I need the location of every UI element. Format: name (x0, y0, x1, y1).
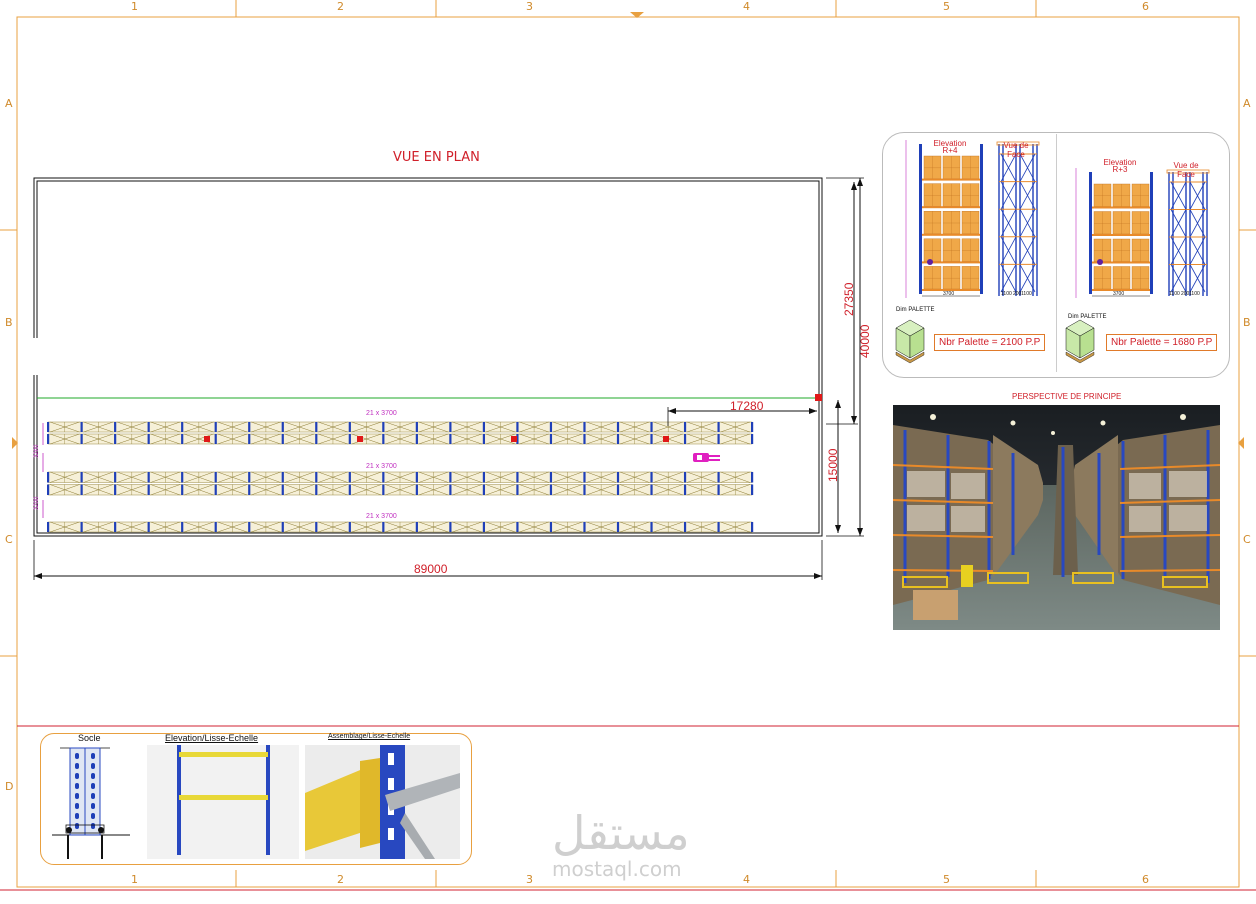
column-label: 6 (1142, 873, 1149, 886)
warehouse-photo (893, 405, 1220, 630)
watermark-arabic: مستقل (552, 806, 690, 860)
column-label: 5 (943, 0, 950, 13)
palette-label: Dim PALETTE (896, 307, 935, 313)
elevation-subtitle: R+3 (1112, 165, 1128, 174)
rack-row (47, 421, 754, 445)
depth-label: 1100 (1169, 291, 1180, 297)
spacing-label: 3200 (34, 444, 40, 458)
rack-width-label: 3700 (943, 291, 955, 297)
rack-row (47, 521, 754, 533)
watermark-latin: mostaql.com (552, 857, 682, 881)
beam-elevation-drawing (147, 745, 299, 859)
row-label: C (1243, 533, 1251, 546)
pallet-icon (1065, 319, 1095, 364)
depth-label: 1100 (1189, 291, 1200, 297)
depth-label: 1100 (1021, 291, 1032, 297)
rack-row-label: 21 x 3700 (366, 463, 397, 470)
row-label: D (5, 780, 14, 793)
rack-row-label: 21 x 3700 (366, 513, 397, 520)
marker-square (204, 436, 210, 442)
palette-count-right: Nbr Palette = 1680 P.P (1106, 334, 1218, 351)
rack-elevation (905, 140, 983, 298)
spacing-label: 3200 (34, 496, 40, 510)
rack-row (47, 471, 754, 496)
marker-square (663, 436, 669, 442)
row-label: B (1243, 316, 1251, 329)
details-drawings (52, 745, 460, 859)
depth-label: 1100 (1001, 291, 1012, 297)
plan-view (33, 177, 864, 580)
forklift-icon (693, 453, 720, 462)
dim-height-upper: 27350 (842, 282, 856, 316)
rack-face-view (1166, 169, 1210, 296)
rack-row-label: 21 x 3700 (366, 410, 397, 417)
marker-square (511, 436, 517, 442)
column-label: 5 (943, 873, 950, 886)
socle-drawing (52, 747, 130, 859)
dim-height-total: 40000 (858, 324, 872, 358)
pallet-icon (895, 319, 925, 364)
face-title: Vue de Face (1003, 141, 1029, 159)
rack-width-label: 3700 (1113, 291, 1125, 297)
row-label: A (1243, 97, 1251, 110)
face-title: Vue de Face (1173, 161, 1199, 179)
beam-connection-drawing (305, 745, 460, 859)
dim-width: 89000 (414, 562, 448, 576)
column-label: 1 (131, 873, 138, 886)
column-label: 6 (1142, 0, 1149, 13)
elevation-subtitle: R+4 (942, 146, 958, 155)
rack-elevation (1075, 168, 1153, 298)
perspective-title: PERSPECTIVE DE PRINCIPE (1012, 392, 1122, 401)
column-label: 3 (526, 873, 533, 886)
palette-label: Dim PALETTE (1068, 314, 1107, 320)
dim-height-lower: 15000 (826, 448, 840, 482)
marker-square (357, 436, 363, 442)
palette-count-left: Nbr Palette = 2100 P.P (934, 334, 1046, 351)
rack-face-view (996, 141, 1040, 296)
dim-aisle: 17280 (730, 399, 764, 413)
column-label: 2 (337, 873, 344, 886)
column-label: 4 (743, 873, 750, 886)
